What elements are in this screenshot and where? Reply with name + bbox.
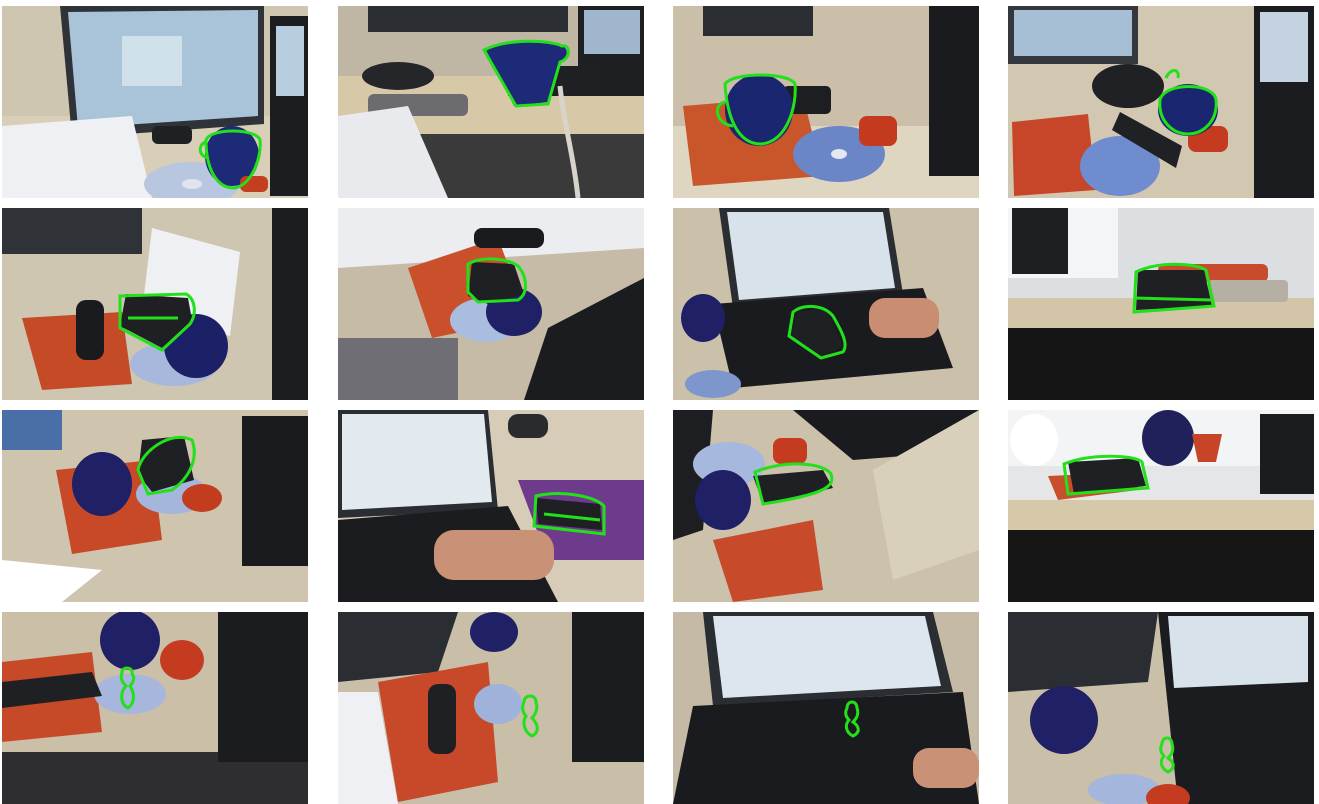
scene-desk-stapler [673,410,979,602]
photo-tile-r4-c4 [1008,612,1314,804]
scene-desk-stapler [1008,208,1314,400]
photo-tile-r2-c1 [2,208,308,400]
scene-desk-figurine [1008,612,1314,804]
photo-tile-r3-c3 [673,410,979,602]
photo-tile-r3-c4 [1008,410,1314,602]
scene-desk-mug [673,6,979,198]
photo-tile-r1-c1 [2,6,308,198]
photo-tile-r2-c3 [673,208,979,400]
scene-desk-figurine [2,612,308,804]
photo-tile-r2-c4 [1008,208,1314,400]
photo-tile-r3-c2 [338,410,644,602]
scene-desk-stapler [338,410,644,602]
photo-tile-r2-c2 [338,208,644,400]
photo-grid [0,0,1319,804]
photo-tile-r1-c4 [1008,6,1314,198]
scene-desk-stapler [673,208,979,400]
photo-tile-r4-c3 [673,612,979,804]
photo-tile-r4-c1 [2,612,308,804]
photo-tile-r4-c2 [338,612,644,804]
scene-desk-stapler [1008,410,1314,602]
scene-desk-mug [2,6,308,198]
scene-desk-figurine [673,612,979,804]
photo-tile-r1-c3 [673,6,979,198]
scene-desk-stapler [2,410,308,602]
scene-desk-figurine [338,612,644,804]
photo-tile-r1-c2 [338,6,644,198]
scene-desk-stapler [2,208,308,400]
scene-desk-mug [1008,6,1314,198]
scene-desk-mug [338,6,644,198]
photo-tile-r3-c1 [2,410,308,602]
scene-desk-stapler [338,208,644,400]
